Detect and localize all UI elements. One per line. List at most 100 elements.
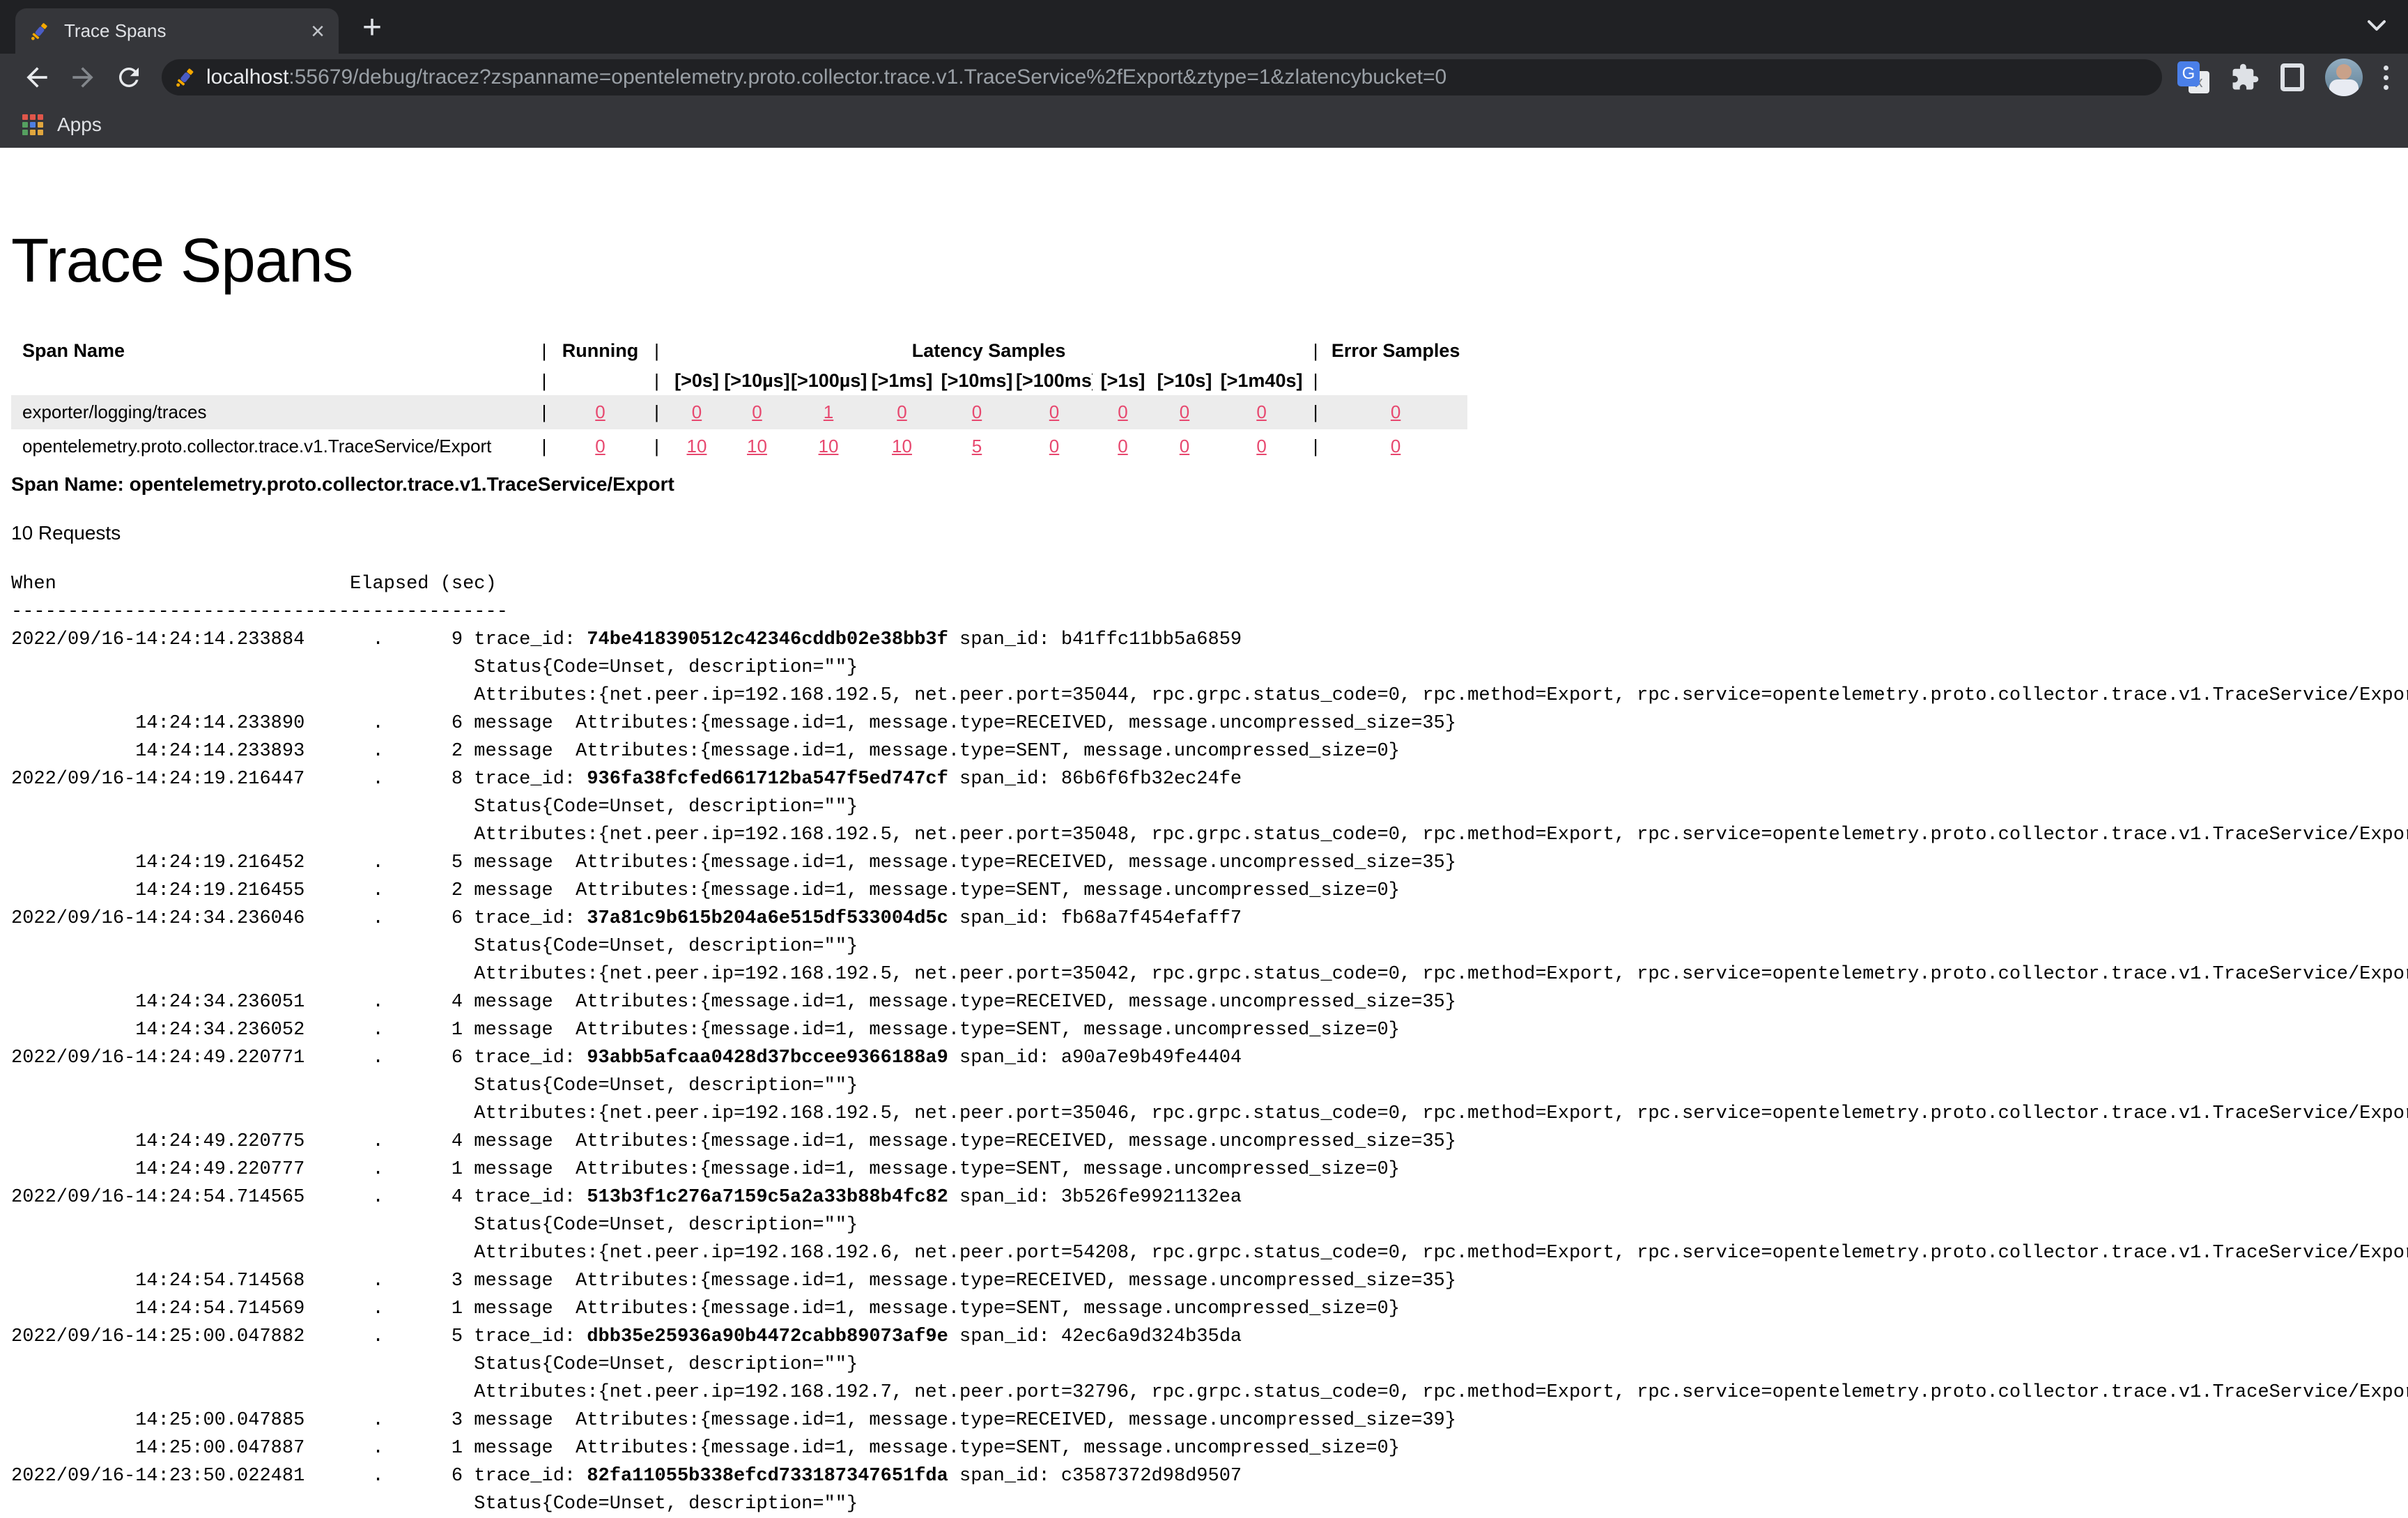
- url-input[interactable]: localhost:55679/debug/tracez?zspanname=o…: [162, 59, 2162, 95]
- request-count: 10 Requests: [11, 522, 2408, 544]
- attributes-line: Attributes:{net.peer.ip=192.168.192.6, n…: [11, 1239, 2408, 1267]
- profile-avatar[interactable]: [2325, 59, 2363, 96]
- latency-bucket-header: [>1ms]: [866, 366, 938, 395]
- tab-title: Trace Spans: [64, 20, 311, 42]
- attributes-line: Attributes:{net.peer.ip=192.168.192.5, n…: [11, 682, 2408, 710]
- latency-count-link[interactable]: 0: [1118, 436, 1127, 457]
- reload-button[interactable]: [110, 59, 148, 96]
- latency-count-link[interactable]: 0: [1256, 401, 1266, 422]
- page-title: Trace Spans: [11, 224, 2408, 296]
- running-count-link[interactable]: 0: [595, 401, 605, 422]
- latency-count-link[interactable]: 10: [747, 436, 767, 457]
- message-line: 14:24:49.220777 . 1 message Attributes:{…: [11, 1156, 2408, 1183]
- message-line: 14:24:34.236052 . 1 message Attributes:{…: [11, 1016, 2408, 1044]
- attributes-line: Attributes:{net.peer.ip=192.168.192.7, n…: [11, 1379, 2408, 1406]
- latency-bucket-header: [>100ms]: [1016, 366, 1093, 395]
- col-running: Running: [557, 335, 643, 366]
- message-line: 14:24:34.236051 . 4 message Attributes:{…: [11, 988, 2408, 1016]
- message-line: 14:24:19.216455 . 2 message Attributes:{…: [11, 877, 2408, 905]
- latency-count-link[interactable]: 0: [1049, 401, 1059, 422]
- span-table-row: exporter/logging/traces|0|001000000|0: [11, 395, 1467, 429]
- trace-details: When Elapsed (sec)----------------------…: [11, 570, 2408, 1518]
- message-line: 14:24:14.233890 . 6 message Attributes:{…: [11, 710, 2408, 737]
- status-line: Status{Code=Unset, description=""}: [11, 933, 2408, 960]
- col-span-name: Span Name: [11, 335, 531, 366]
- latency-count-link[interactable]: 10: [892, 436, 912, 457]
- latency-count-link[interactable]: 0: [1180, 436, 1189, 457]
- url-favicon-icon: [174, 66, 196, 89]
- latency-count-link[interactable]: 0: [1180, 401, 1189, 422]
- error-count-link[interactable]: 0: [1391, 401, 1400, 422]
- latency-count-link[interactable]: 0: [1049, 436, 1059, 457]
- column-separator: |: [1307, 429, 1324, 463]
- message-line: 14:25:00.047885 . 3 message Attributes:{…: [11, 1406, 2408, 1434]
- apps-bookmark-label[interactable]: Apps: [57, 114, 102, 136]
- opentelemetry-favicon-icon: [29, 21, 50, 42]
- tab-trace-spans[interactable]: Trace Spans ×: [15, 8, 339, 54]
- error-count-link[interactable]: 0: [1391, 436, 1400, 457]
- forward-button[interactable]: [64, 59, 102, 96]
- status-line: Status{Code=Unset, description=""}: [11, 1072, 2408, 1100]
- tracez-page: Trace Spans Span Name | Running | Latenc…: [0, 224, 2408, 1518]
- message-line: 14:24:54.714568 . 3 message Attributes:{…: [11, 1267, 2408, 1295]
- status-line: Status{Code=Unset, description=""}: [11, 1490, 2408, 1518]
- span-name-cell: opentelemetry.proto.collector.trace.v1.T…: [11, 429, 531, 463]
- request-start-line: 2022/09/16-14:24:54.714565 . 4 trace_id:…: [11, 1183, 2408, 1211]
- bucket-header-row: | | [>0s][>10µs][>100µs][>1ms][>10ms][>1…: [11, 366, 1467, 395]
- message-line: 14:24:19.216452 . 5 message Attributes:{…: [11, 849, 2408, 877]
- tab-search-chevron-icon[interactable]: [2365, 18, 2388, 37]
- span-table-row: opentelemetry.proto.collector.trace.v1.T…: [11, 429, 1467, 463]
- latency-count-link[interactable]: 0: [1256, 436, 1266, 457]
- bookmarks-bar: Apps: [0, 101, 2408, 148]
- latency-bucket-header: [>10µs]: [723, 366, 791, 395]
- spans-table-body: exporter/logging/traces|0|001000000|0ope…: [11, 395, 1467, 463]
- divider-line: ----------------------------------------…: [11, 598, 2408, 626]
- tab-close-icon[interactable]: ×: [311, 20, 325, 43]
- latency-count-link[interactable]: 0: [897, 401, 906, 422]
- latency-count-link[interactable]: 5: [972, 436, 982, 457]
- table-header-row: Span Name | Running | Latency Samples | …: [11, 335, 1467, 366]
- url-host: localhost: [206, 66, 288, 89]
- column-separator: |: [1307, 395, 1324, 429]
- message-line: 14:24:54.714569 . 1 message Attributes:{…: [11, 1295, 2408, 1323]
- attributes-line: Attributes:{net.peer.ip=192.168.192.5, n…: [11, 1100, 2408, 1128]
- latency-count-link[interactable]: 10: [819, 436, 839, 457]
- status-line: Status{Code=Unset, description=""}: [11, 654, 2408, 682]
- column-separator: |: [531, 429, 557, 463]
- browser-toolbar: localhost:55679/debug/tracez?zspanname=o…: [0, 54, 2408, 101]
- latency-count-link[interactable]: 0: [1118, 401, 1127, 422]
- col-latency-samples: Latency Samples: [670, 335, 1307, 366]
- browser-menu-icon[interactable]: [2384, 66, 2388, 90]
- request-start-line: 2022/09/16-14:24:19.216447 . 8 trace_id:…: [11, 765, 2408, 793]
- extensions-puzzle-icon[interactable]: [2230, 63, 2260, 92]
- tab-strip: Trace Spans × +: [0, 0, 2408, 54]
- message-line: 14:24:49.220775 . 4 message Attributes:{…: [11, 1128, 2408, 1156]
- latency-count-link[interactable]: 0: [752, 401, 762, 422]
- latency-bucket-header: [>1m40s]: [1216, 366, 1307, 395]
- attributes-line: Attributes:{net.peer.ip=192.168.192.5, n…: [11, 960, 2408, 988]
- latency-count-link[interactable]: 10: [687, 436, 707, 457]
- message-line: 14:25:00.047887 . 1 message Attributes:{…: [11, 1434, 2408, 1462]
- new-tab-button[interactable]: +: [352, 7, 392, 47]
- request-start-line: 2022/09/16-14:24:14.233884 . 9 trace_id:…: [11, 626, 2408, 654]
- browser-chrome: Trace Spans × +: [0, 0, 2408, 148]
- latency-count-link[interactable]: 0: [972, 401, 982, 422]
- selected-span-name: Span Name: opentelemetry.proto.collector…: [11, 473, 2408, 496]
- request-start-line: 2022/09/16-14:24:49.220771 . 6 trace_id:…: [11, 1044, 2408, 1072]
- running-count-link[interactable]: 0: [595, 436, 605, 457]
- col-error-samples: Error Samples: [1324, 335, 1467, 366]
- back-button[interactable]: [18, 59, 56, 96]
- column-separator: |: [531, 395, 557, 429]
- latency-count-link[interactable]: 0: [692, 401, 702, 422]
- side-panel-extension-icon[interactable]: [2280, 63, 2304, 91]
- message-line: 14:24:14.233893 . 2 message Attributes:{…: [11, 737, 2408, 765]
- url-path: :55679/debug/tracez?zspanname=openteleme…: [288, 66, 1446, 89]
- request-start-line: 2022/09/16-14:25:00.047882 . 5 trace_id:…: [11, 1323, 2408, 1351]
- latency-bucket-header: [>100µs]: [791, 366, 866, 395]
- when-elapsed-header: When Elapsed (sec): [11, 570, 2408, 598]
- apps-grid-icon[interactable]: [22, 114, 43, 135]
- latency-bucket-header: [>0s]: [670, 366, 723, 395]
- span-name-cell: exporter/logging/traces: [11, 395, 531, 429]
- translate-extension-icon[interactable]: x G: [2177, 61, 2209, 93]
- latency-count-link[interactable]: 1: [824, 401, 833, 422]
